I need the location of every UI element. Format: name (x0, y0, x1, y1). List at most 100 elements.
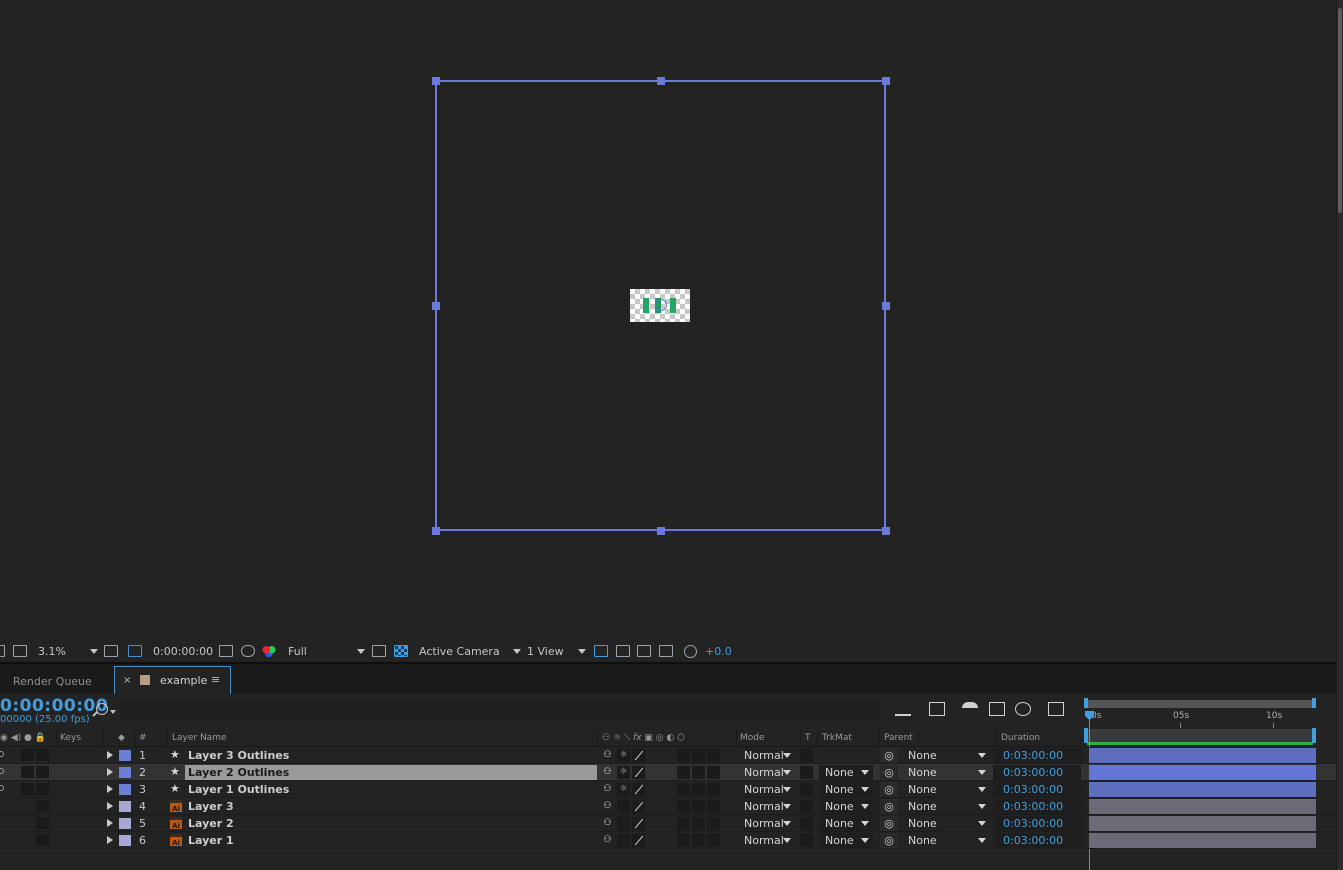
composition-canvas[interactable] (630, 289, 690, 322)
motion-blur-switch[interactable] (707, 834, 720, 847)
exposure-value[interactable]: +0.0 (705, 643, 732, 659)
scrollbar-thumb[interactable] (1338, 8, 1342, 213)
transform-handle-tl[interactable] (432, 77, 440, 85)
parent-dropdown[interactable]: None (903, 765, 991, 780)
solo-toggle[interactable] (36, 783, 49, 795)
transparency-grid-icon[interactable] (394, 645, 408, 657)
solo-toggle[interactable] (36, 749, 49, 761)
layer-label-color[interactable] (119, 750, 131, 761)
layer-row[interactable]: 3 ★ Layer 1 Outlines ⚇ ☼ Normal None ◎ N… (0, 781, 1336, 798)
keys-column-header[interactable]: Keys (60, 733, 81, 743)
shy-switch-icon[interactable]: ⚇ (602, 835, 613, 846)
motion-blur-switch[interactable] (707, 766, 720, 779)
blend-mode-dropdown[interactable]: Normal (740, 816, 796, 831)
solo-toggle[interactable] (36, 766, 49, 778)
blend-mode-dropdown[interactable]: Normal (740, 799, 796, 814)
twirl-expand-icon[interactable] (107, 802, 113, 810)
motion-blur-switch[interactable] (707, 800, 720, 813)
quality-switch-icon[interactable] (632, 834, 645, 847)
snapshot-camera-icon[interactable] (219, 645, 233, 657)
layer-label-color[interactable] (119, 835, 131, 846)
layer-duration[interactable]: 0:03:00:00 (993, 765, 1081, 780)
timeline-current-time[interactable]: 0:00:00:00 (0, 696, 108, 716)
frame-blend-switch[interactable] (692, 817, 705, 830)
frame-blend-switch[interactable] (692, 834, 705, 847)
effects-switch[interactable] (677, 766, 690, 779)
navigator-start-handle[interactable] (1084, 728, 1088, 743)
zoom-dropdown[interactable]: 3.1% (38, 643, 98, 659)
time-ruler[interactable]: 0s 05s 10s (1083, 694, 1336, 748)
transform-handle-bl[interactable] (432, 527, 440, 535)
work-area-start-handle[interactable] (1084, 698, 1088, 708)
quality-switch-icon[interactable] (632, 817, 645, 830)
frame-blend-switch[interactable] (692, 800, 705, 813)
video-visibility-icon[interactable] (0, 785, 4, 791)
shy-switch-icon[interactable]: ⚇ (602, 818, 613, 829)
number-column-header[interactable]: # (139, 733, 147, 743)
column-divider[interactable] (995, 730, 996, 747)
parent-dropdown[interactable]: None (903, 816, 991, 831)
blend-mode-dropdown[interactable]: Normal (740, 748, 796, 763)
graph-editor-icon[interactable] (1048, 702, 1064, 716)
parent-pickwhip-icon[interactable]: ◎ (880, 748, 898, 763)
label-column-header[interactable]: ◆ (118, 733, 125, 743)
motion-blur-switch[interactable] (707, 783, 720, 796)
layer-row[interactable]: 6 Ai Layer 1 ⚇ Normal None ◎ None 0:03:0… (0, 832, 1336, 849)
layer-label-color[interactable] (119, 784, 131, 795)
layer-row[interactable]: 2 ★ Layer 2 Outlines ⚇ ☼ Normal None ◎ N… (0, 764, 1336, 781)
layer-row[interactable]: 4 Ai Layer 3 ⚇ Normal None ◎ None 0:03:0… (0, 798, 1336, 815)
collapse-switch[interactable] (617, 834, 630, 847)
transform-handle-ml[interactable] (432, 302, 440, 310)
effects-switch[interactable] (677, 800, 690, 813)
collapse-switch[interactable] (617, 800, 630, 813)
preserve-transparency-toggle[interactable] (800, 800, 813, 813)
duration-column-header[interactable]: Duration (1001, 733, 1040, 743)
column-divider[interactable] (800, 730, 801, 747)
layer-duration[interactable]: 0:03:00:00 (993, 833, 1081, 848)
layer-row[interactable]: 5 Ai Layer 2 ⚇ Normal None ◎ None 0:03:0… (0, 815, 1336, 832)
layer-name[interactable]: Layer 2 (188, 817, 234, 830)
toggle-pixel-aspect-icon[interactable] (594, 645, 608, 657)
frame-blend-switch[interactable] (692, 766, 705, 779)
layer-duration-bar[interactable] (1089, 782, 1316, 797)
layer-duration[interactable]: 0:03:00:00 (993, 748, 1081, 763)
twirl-expand-icon[interactable] (107, 819, 113, 827)
current-time-display[interactable]: 0:00:00:00 (153, 643, 213, 659)
motion-blur-icon[interactable] (1015, 702, 1031, 716)
layer-row[interactable]: 1 ★ Layer 3 Outlines ⚇ ☼ Normal ◎ None 0… (0, 747, 1336, 764)
mask-visibility-icon[interactable] (128, 645, 142, 657)
audio-toggle[interactable] (36, 817, 49, 829)
preserve-transparency-toggle[interactable] (800, 783, 813, 796)
column-divider[interactable] (103, 730, 104, 747)
motion-blur-switch[interactable] (707, 817, 720, 830)
frame-blending-icon[interactable] (989, 702, 1005, 716)
fast-previews-icon[interactable] (616, 645, 630, 657)
region-of-interest-icon[interactable] (372, 645, 386, 657)
blend-mode-dropdown[interactable]: Normal (740, 782, 796, 797)
preserve-transparency-toggle[interactable] (800, 817, 813, 830)
collapse-switch-icon[interactable]: ☼ (617, 783, 630, 796)
panel-menu-icon[interactable]: ≡ (211, 673, 220, 686)
layer-duration[interactable]: 0:03:00:00 (993, 782, 1081, 797)
track-matte-dropdown[interactable]: None (819, 816, 873, 831)
preserve-transparency-toggle[interactable] (800, 834, 813, 847)
effects-switch[interactable] (677, 834, 690, 847)
layer-duration-bar[interactable] (1089, 816, 1316, 831)
shy-switch-icon[interactable]: ⚇ (602, 801, 613, 812)
audio-toggle[interactable] (21, 766, 34, 778)
transform-handle-bc[interactable] (657, 527, 665, 535)
collapse-switch[interactable] (617, 817, 630, 830)
shy-switch-icon[interactable]: ⚇ (602, 750, 613, 761)
composition-mini-flowchart-icon[interactable] (895, 702, 911, 716)
camera-dropdown[interactable]: Active Camera (419, 643, 521, 659)
parent-pickwhip-icon[interactable]: ◎ (880, 765, 898, 780)
layer-name[interactable]: Layer 3 Outlines (188, 749, 289, 762)
layer-duration-bar[interactable] (1089, 748, 1316, 763)
column-divider[interactable] (817, 730, 818, 747)
layer-name[interactable]: Layer 1 (188, 834, 234, 847)
resolution-dropdown[interactable]: Full (288, 643, 365, 659)
layer-name[interactable]: Layer 3 (188, 800, 234, 813)
frame-blend-switch[interactable] (692, 783, 705, 796)
audio-toggle[interactable] (36, 834, 49, 846)
shy-layers-icon[interactable] (962, 702, 978, 716)
